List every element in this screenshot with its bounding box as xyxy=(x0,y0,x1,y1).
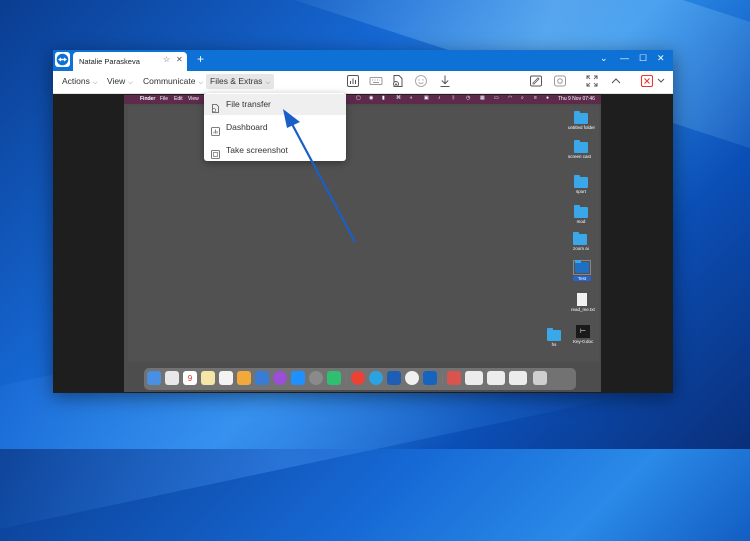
annotation-arrow xyxy=(283,109,356,243)
